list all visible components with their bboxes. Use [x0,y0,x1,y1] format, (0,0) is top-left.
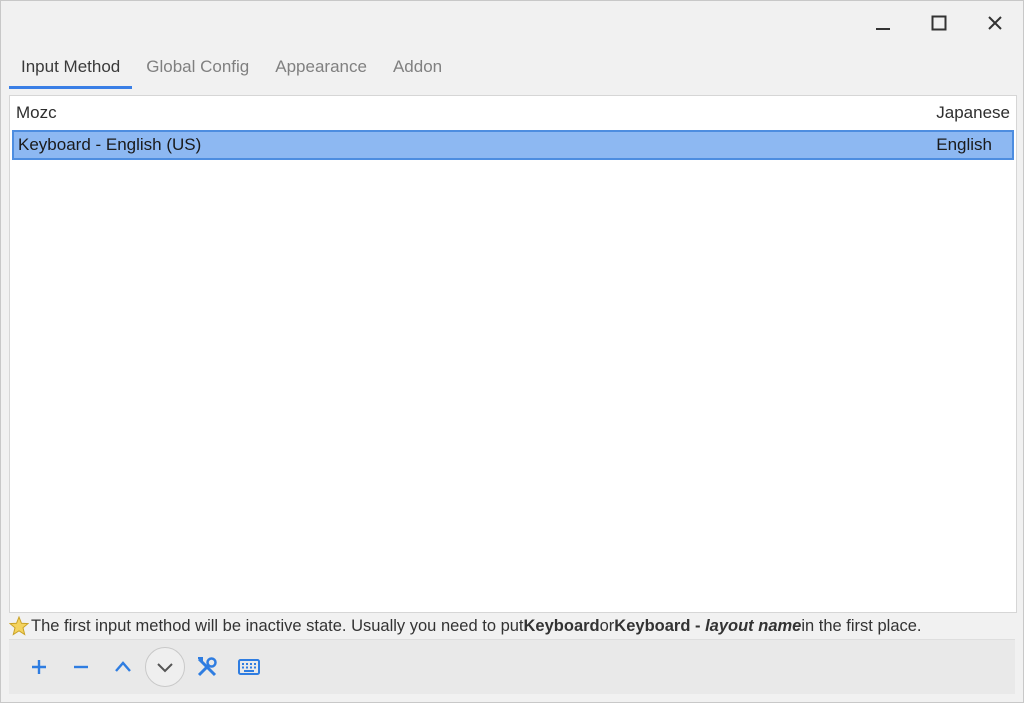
tab-input-method[interactable]: Input Method [9,45,133,89]
fcitx-config-window: Input Method Global Config Appearance Ad… [0,0,1024,703]
move-down-button[interactable] [145,647,185,687]
minimize-button[interactable] [867,9,899,37]
list-item-selected[interactable]: Keyboard - English (US) English [12,130,1014,160]
remove-button[interactable] [61,647,101,687]
star-icon [9,616,29,636]
close-button[interactable] [979,9,1011,37]
titlebar [1,1,1023,45]
bottom-toolbar [9,639,1015,694]
input-method-name: Mozc [16,103,57,122]
tab-global-config[interactable]: Global Config [134,45,261,89]
add-button[interactable] [19,647,59,687]
add-icon [32,660,46,674]
maximize-icon [931,15,947,31]
move-up-button[interactable] [103,647,143,687]
tab-bar: Input Method Global Config Appearance Ad… [9,45,1015,89]
hint-keyword-2-text: Keyboard - [614,616,706,635]
hint-keyword: Keyboard [523,616,600,635]
tab-appearance[interactable]: Appearance [263,45,379,89]
tab-label: Appearance [275,57,367,76]
hint-text: The first input method will be inactive … [9,613,1015,639]
move-down-icon [157,663,173,673]
hint-part3: in the first place. [801,616,922,635]
list-item[interactable]: Mozc Japanese [10,98,1016,128]
hint-keyword-2: Keyboard - layout name [614,617,801,636]
minimize-icon [876,28,890,30]
keyboard-layout-icon [238,659,260,675]
maximize-button[interactable] [923,9,955,37]
configure-button[interactable] [187,647,227,687]
input-method-list[interactable]: Mozc Japanese Keyboard - English (US) En… [9,95,1017,613]
tab-label: Global Config [146,57,250,76]
configure-icon [197,657,217,677]
input-method-language: Japanese [936,103,1010,122]
input-method-language: English [936,135,992,154]
tab-addon[interactable]: Addon [381,45,454,89]
keyboard-layout-button[interactable] [229,647,269,687]
tab-label: Input Method [21,57,121,76]
remove-icon [74,665,88,669]
tab-label: Addon [392,57,443,76]
hint-layout-name: layout name [705,616,802,635]
hint-part1: The first input method will be inactive … [31,616,524,635]
hint-part2: or [599,616,615,635]
input-method-name: Keyboard - English (US) [18,135,202,154]
move-up-icon [115,661,131,672]
close-icon [988,16,1002,30]
